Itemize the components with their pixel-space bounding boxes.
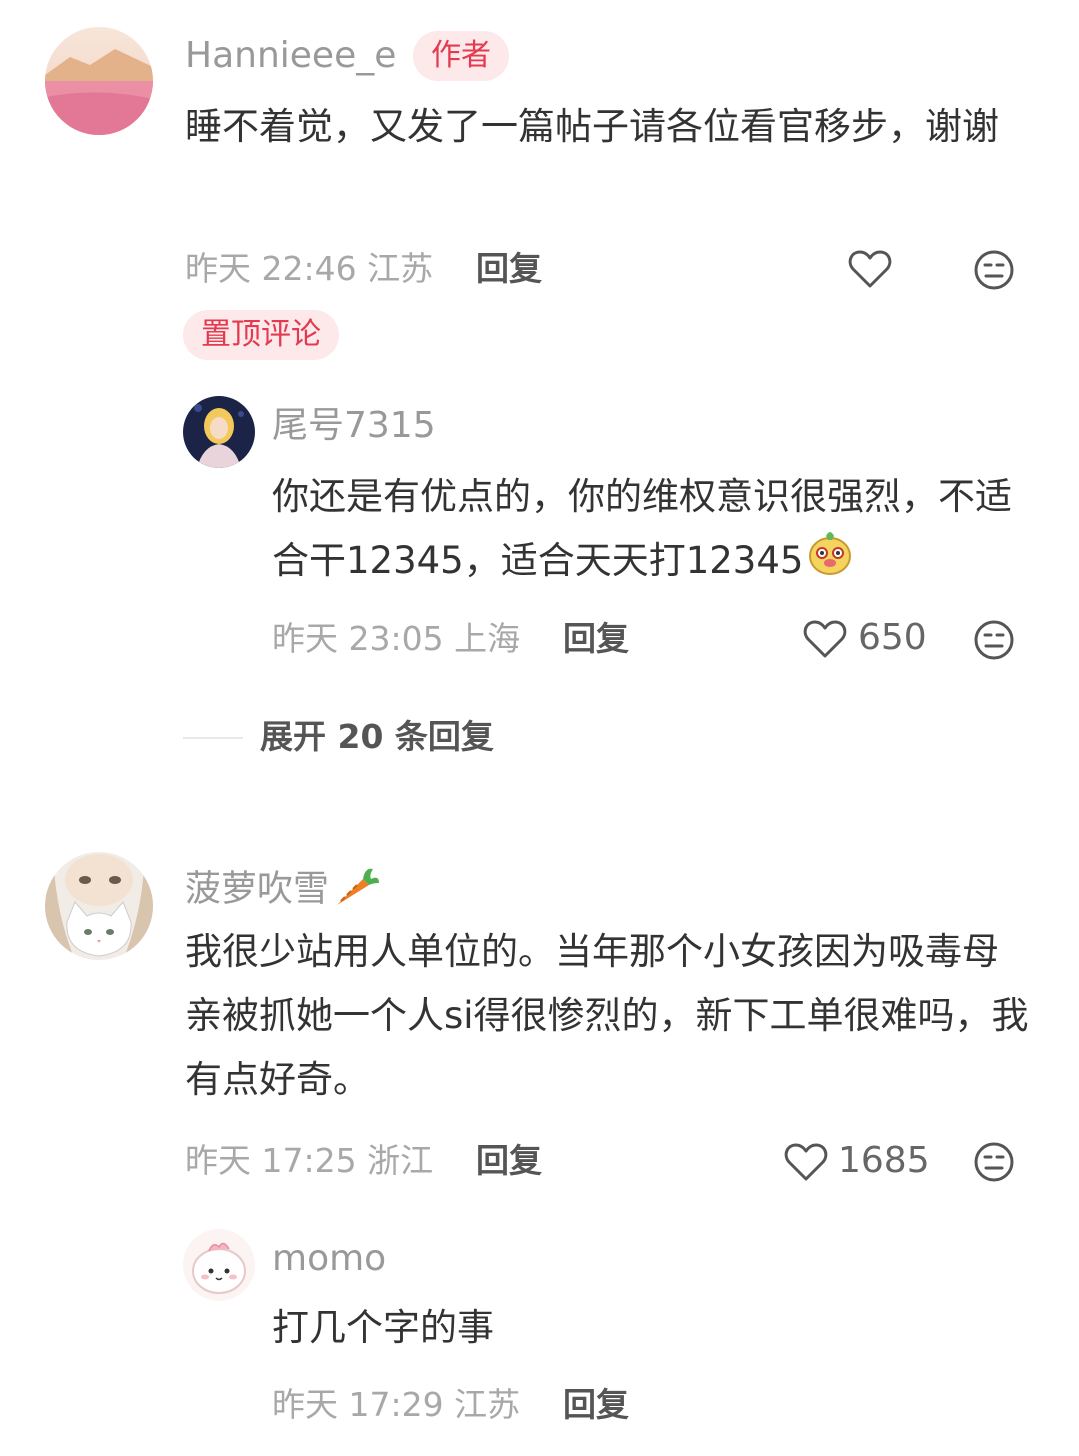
reply-meta: 昨天 17:29 江苏 — [272, 1385, 521, 1424]
reply-text: 你还是有优点的，你的维权意识很强烈，不适合干12345，适合天天打12345 — [272, 465, 1017, 596]
avatar[interactable] — [45, 27, 153, 135]
author-badge: 作者 — [413, 31, 509, 81]
avatar[interactable] — [183, 1229, 255, 1301]
dog-face-emoji-icon — [807, 530, 853, 596]
reply-username[interactable]: momo — [272, 1241, 386, 1277]
like-count: 1685 — [838, 1140, 930, 1181]
reply-button[interactable]: 回复 — [563, 622, 629, 655]
dislike-face-icon[interactable] — [973, 619, 1015, 661]
dislike-face-icon[interactable] — [973, 1141, 1015, 1183]
comment-username[interactable]: 菠萝吹雪 — [185, 865, 381, 916]
heart-icon[interactable] — [803, 619, 847, 659]
comment-text: 睡不着觉，又发了一篇帖子请各位看官移步，谢谢 — [185, 105, 999, 148]
comment-meta: 昨天 22:46 江苏 — [185, 249, 434, 288]
reply-button[interactable]: 回复 — [476, 252, 542, 285]
comment-username-text: 菠萝吹雪 — [185, 868, 330, 910]
reply-button[interactable]: 回复 — [476, 1144, 542, 1177]
reply-username[interactable]: 尾号7315 — [272, 408, 436, 444]
reply-meta: 昨天 23:05 上海 — [272, 619, 521, 658]
comment-text: 我很少站用人单位的。当年那个小女孩因为吸毒母亲被抓她一个人si得很惨烈的，新下工… — [185, 930, 1029, 1101]
avatar[interactable] — [183, 396, 255, 468]
heart-icon[interactable] — [784, 1142, 828, 1182]
dislike-face-icon[interactable] — [973, 249, 1015, 291]
pinned-comment-badge: 置顶评论 — [183, 310, 339, 360]
like-count: 650 — [858, 617, 927, 658]
comment-meta: 昨天 17:25 浙江 — [185, 1141, 434, 1180]
heart-icon[interactable] — [848, 249, 892, 289]
comment-username[interactable]: Hannieee_e — [185, 38, 396, 74]
carrot-emoji-icon — [333, 865, 381, 916]
avatar[interactable] — [45, 852, 153, 960]
reply-text: 打几个字的事 — [272, 1306, 494, 1349]
expand-replies-button[interactable]: 展开 20 条回复 — [260, 720, 494, 753]
reply-text-content: 你还是有优点的，你的维权意识很强烈，不适合干12345，适合天天打12345 — [272, 475, 1012, 582]
divider — [183, 737, 243, 739]
reply-button[interactable]: 回复 — [563, 1388, 629, 1421]
